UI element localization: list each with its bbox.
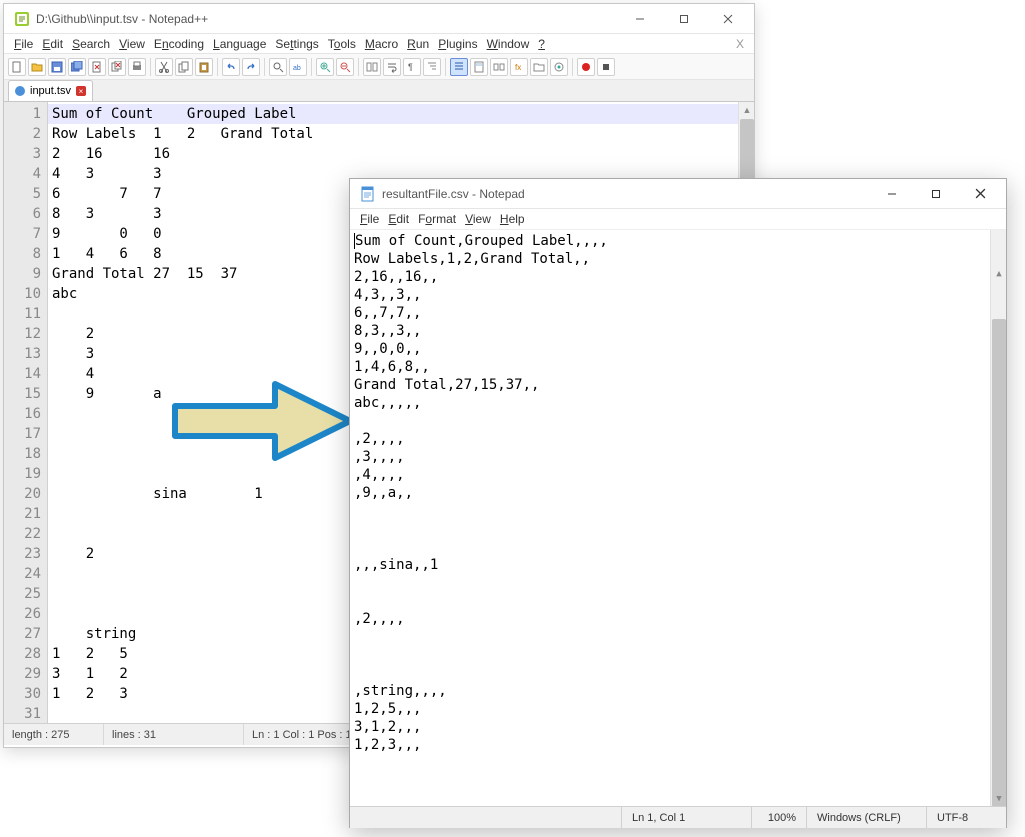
file-tab-input-tsv[interactable]: input.tsv × [8,80,93,101]
np-menu-bar: File Edit Format View Help [350,209,1006,229]
undo-icon[interactable] [222,58,240,76]
cut-icon[interactable] [155,58,173,76]
close-file-icon[interactable] [88,58,106,76]
sync-scroll-icon[interactable] [363,58,381,76]
np-status-eol: Windows (CRLF) [806,807,926,828]
notepad-text-area[interactable]: Sum of Count,Grouped Label,,,, Row Label… [350,229,1006,806]
new-file-icon[interactable] [8,58,26,76]
np-status-position: Ln 1, Col 1 [621,807,751,828]
close-button[interactable] [958,180,1002,208]
npp-extra-x[interactable]: X [732,36,748,52]
doc-list-icon[interactable] [490,58,508,76]
redo-icon[interactable] [242,58,260,76]
maximize-button[interactable] [914,180,958,208]
np-menu-file[interactable]: File [356,211,383,227]
npp-menu-bar: File Edit Search View Encoding Language … [4,34,754,54]
minimize-button[interactable] [618,5,662,33]
tab-close-icon[interactable]: × [76,86,86,96]
open-folder-icon[interactable] [28,58,46,76]
npp-title-text: D:\Github\\input.tsv - Notepad++ [36,12,618,26]
np-status-encoding: UTF-8 [926,807,1006,828]
paste-icon[interactable] [195,58,213,76]
function-list-icon[interactable]: fx [510,58,528,76]
print-icon[interactable] [128,58,146,76]
folder-workspace-icon[interactable] [530,58,548,76]
np-menu-help[interactable]: Help [496,211,529,227]
status-lines: lines : 31 [104,724,244,745]
npp-window-controls [618,5,750,33]
maximize-button[interactable] [662,5,706,33]
save-icon[interactable] [48,58,66,76]
scrollbar-thumb[interactable] [992,319,1006,806]
zoom-in-icon[interactable] [316,58,334,76]
copy-icon[interactable] [175,58,193,76]
save-all-icon[interactable] [68,58,86,76]
find-icon[interactable] [269,58,287,76]
menu-file[interactable]: File [10,36,37,52]
line-number-gutter: 1234567891011121314151617181920212223242… [4,102,48,723]
user-lang-icon[interactable] [450,58,468,76]
file-tab-label: input.tsv [30,85,71,97]
show-all-chars-icon[interactable]: ¶ [403,58,421,76]
menu-tools[interactable]: Tools [324,36,360,52]
np-menu-edit[interactable]: Edit [384,211,413,227]
menu-help[interactable]: ? [534,36,549,52]
svg-text:ab: ab [293,65,301,72]
npp-toolbar: ab ¶ fx [4,54,754,80]
menu-window[interactable]: Window [483,36,534,52]
np-window-controls [870,180,1002,208]
svg-text:¶: ¶ [408,62,413,72]
doc-map-icon[interactable] [470,58,488,76]
vertical-scrollbar[interactable]: ▲ ▼ [990,230,1006,806]
menu-macro[interactable]: Macro [361,36,402,52]
npp-title-bar[interactable]: D:\Github\\input.tsv - Notepad++ [4,4,754,34]
np-status-bar: Ln 1, Col 1 100% Windows (CRLF) UTF-8 [350,806,1006,828]
minimize-button[interactable] [870,180,914,208]
menu-language[interactable]: Language [209,36,270,52]
np-status-zoom: 100% [751,807,806,828]
menu-search[interactable]: Search [68,36,114,52]
zoom-out-icon[interactable] [336,58,354,76]
menu-run[interactable]: Run [403,36,433,52]
menu-edit[interactable]: Edit [38,36,67,52]
notepad-window: resultantFile.csv - Notepad File Edit Fo… [349,178,1007,828]
np-menu-format[interactable]: Format [414,211,460,227]
np-menu-view[interactable]: View [461,211,495,227]
svg-text:fx: fx [515,63,521,72]
close-button[interactable] [706,5,750,33]
close-all-icon[interactable] [108,58,126,76]
status-length: length : 275 [4,724,104,745]
notepadpp-app-icon [14,11,30,27]
menu-plugins[interactable]: Plugins [434,36,481,52]
tab-saved-indicator-icon [15,86,25,96]
menu-view[interactable]: View [115,36,149,52]
menu-encoding[interactable]: Encoding [150,36,208,52]
np-title-bar[interactable]: resultantFile.csv - Notepad [350,179,1006,209]
scroll-up-icon[interactable]: ▲ [991,266,1006,282]
menu-settings[interactable]: Settings [271,36,322,52]
record-macro-icon[interactable] [577,58,595,76]
scroll-up-icon[interactable]: ▲ [739,102,755,118]
replace-icon[interactable]: ab [289,58,307,76]
monitoring-icon[interactable] [550,58,568,76]
stop-macro-icon[interactable] [597,58,615,76]
np-title-text: resultantFile.csv - Notepad [382,187,870,201]
indent-guide-icon[interactable] [423,58,441,76]
scroll-down-icon[interactable]: ▼ [991,791,1006,806]
notepad-content: Sum of Count,Grouped Label,,,, Row Label… [354,233,608,753]
notepad-app-icon [360,186,376,202]
word-wrap-icon[interactable] [383,58,401,76]
npp-tab-bar: input.tsv × [4,80,754,102]
